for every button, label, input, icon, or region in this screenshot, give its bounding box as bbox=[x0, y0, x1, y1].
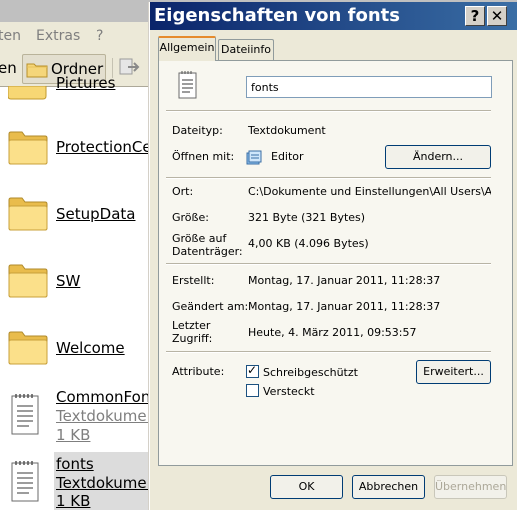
size-on-disk-value: 4,00 KB (4.096 Bytes) bbox=[248, 237, 369, 250]
size-on-disk-label-line1: Größe auf bbox=[172, 232, 227, 245]
checkmark-icon: ✓ bbox=[247, 363, 258, 377]
folder-name: SetupData bbox=[56, 205, 136, 223]
file-type: Textdokument bbox=[56, 407, 162, 425]
accessed-value: Heute, 4. März 2011, 09:53:57 bbox=[248, 326, 417, 339]
apply-button[interactable]: Übernehmen bbox=[434, 475, 507, 499]
opens-with-value: Editor bbox=[271, 150, 304, 163]
file-item[interactable]: CommonFonts Textdokument 1 KB bbox=[0, 388, 164, 448]
close-button[interactable]: ✕ bbox=[487, 6, 507, 26]
file-type: Textdokument bbox=[56, 474, 162, 492]
folder-tree-icon bbox=[26, 63, 48, 78]
accessed-label-line1: Letzter bbox=[172, 319, 211, 332]
menu-item-help[interactable]: ? bbox=[96, 28, 103, 44]
file-name: fonts bbox=[56, 455, 94, 473]
file-item-selected[interactable]: fonts Textdokument 1 KB bbox=[0, 455, 162, 510]
folder-name: SW bbox=[56, 272, 81, 290]
folder-icon bbox=[8, 131, 48, 165]
folder-icon bbox=[8, 86, 47, 100]
change-button[interactable]: Ändern... bbox=[385, 145, 491, 169]
menu-item-file[interactable]: ten bbox=[0, 28, 21, 44]
separator bbox=[166, 263, 491, 265]
location-label: Ort: bbox=[172, 185, 194, 198]
separator bbox=[166, 177, 491, 179]
help-button[interactable]: ? bbox=[465, 6, 485, 26]
folder-item[interactable]: SetupData bbox=[0, 194, 160, 238]
modified-label: Geändert am: bbox=[172, 300, 249, 313]
separator bbox=[166, 110, 491, 112]
folder-name: Pictures bbox=[56, 74, 116, 92]
filetype-label: Dateityp: bbox=[172, 124, 223, 137]
hidden-label: Versteckt bbox=[263, 385, 315, 398]
folder-name: Welcome bbox=[56, 339, 125, 357]
size-label: Größe: bbox=[172, 211, 209, 224]
text-document-icon bbox=[178, 71, 197, 99]
dialog-title-bar[interactable]: Eigenschaften von fonts ? ✕ bbox=[150, 2, 517, 30]
created-label: Erstellt: bbox=[172, 274, 215, 287]
modified-value: Montag, 17. Januar 2011, 11:28:37 bbox=[248, 300, 441, 313]
advanced-button[interactable]: Erweitert... bbox=[416, 360, 491, 384]
menu-item-extras[interactable]: Extras bbox=[36, 28, 80, 44]
folder-item[interactable]: Pictures bbox=[0, 74, 160, 106]
folder-item[interactable]: Welcome bbox=[0, 328, 160, 372]
readonly-checkbox[interactable]: ✓ bbox=[246, 363, 259, 378]
explorer-menu-bar: ten Extras ? bbox=[0, 22, 160, 50]
file-size: 1 KB bbox=[56, 492, 91, 510]
folder-icon bbox=[8, 331, 48, 365]
move-to-icon[interactable] bbox=[118, 56, 142, 78]
text-document-icon bbox=[11, 394, 39, 435]
hidden-checkbox[interactable] bbox=[246, 384, 259, 397]
separator bbox=[166, 351, 491, 353]
location-value: C:\Dokumente und Einstellungen\All Users… bbox=[248, 185, 491, 198]
size-value: 321 Byte (321 Bytes) bbox=[248, 211, 366, 224]
tab-general[interactable]: Allgemein bbox=[158, 36, 216, 61]
size-on-disk-label-line2: Datenträger: bbox=[172, 245, 243, 258]
notepad-icon bbox=[246, 150, 262, 165]
cancel-button[interactable]: Abbrechen bbox=[352, 475, 425, 499]
text-document-icon bbox=[11, 461, 39, 502]
dialog-title: Eigenschaften von fonts bbox=[154, 5, 400, 26]
filetype-value: Textdokument bbox=[248, 124, 326, 137]
file-name: CommonFonts bbox=[56, 388, 165, 406]
folder-item[interactable]: ProtectionCenter bbox=[0, 128, 182, 172]
created-value: Montag, 17. Januar 2011, 11:28:37 bbox=[248, 274, 441, 287]
properties-dialog: Eigenschaften von fonts ? ✕ Allgemein Da… bbox=[150, 2, 517, 510]
ok-button[interactable]: OK bbox=[270, 475, 343, 499]
folder-icon bbox=[8, 264, 48, 298]
file-name-field[interactable] bbox=[246, 76, 492, 98]
readonly-label: Schreibgeschützt bbox=[263, 366, 358, 379]
attributes-label: Attribute: bbox=[172, 365, 225, 378]
folder-item[interactable]: SW bbox=[0, 261, 160, 305]
back-button[interactable]: en bbox=[0, 54, 17, 82]
accessed-label-line2: Zugriff: bbox=[172, 332, 213, 345]
folder-icon bbox=[8, 197, 48, 231]
tab-fileinfo[interactable]: Dateiinfo bbox=[218, 39, 274, 61]
opens-with-label: Öffnen mit: bbox=[172, 150, 235, 163]
file-size: 1 KB bbox=[56, 426, 91, 444]
